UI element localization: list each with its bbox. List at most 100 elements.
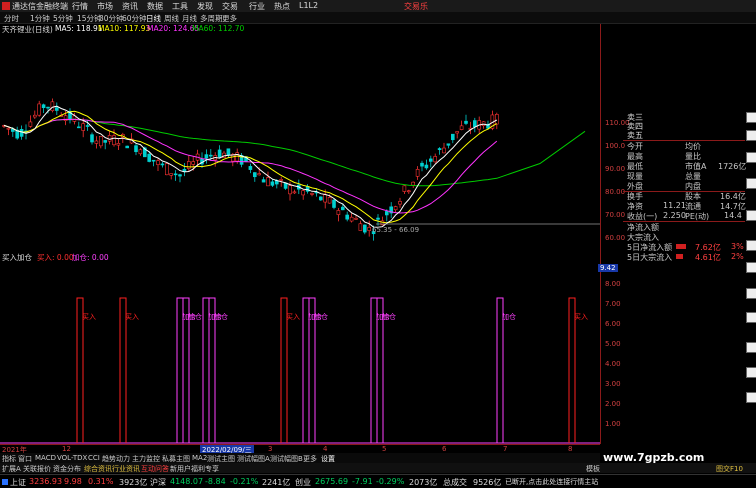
period-15min[interactable]: 15分钟 [77, 13, 102, 24]
period-fenshi[interactable]: 分时 [4, 13, 19, 24]
candle-body [90, 134, 94, 143]
candle-body [459, 125, 464, 130]
candle-body [433, 156, 438, 163]
buy-add-chart[interactable]: 买入 买入 加仓加仓 加仓加仓 买入 加仓加仓 加仓加仓 加仓 买入 [0, 262, 600, 444]
candle-body [301, 190, 306, 196]
period-multi[interactable]: 多周期 [200, 13, 223, 24]
period-week[interactable]: 周线 [164, 13, 179, 24]
period-month[interactable]: 月线 [182, 13, 197, 24]
sub-value-label: 9.42 [598, 264, 618, 272]
candle-body [318, 196, 323, 201]
menu-jiaoyi[interactable]: 交易 [222, 1, 238, 12]
tab-zijin[interactable]: 资金分布 [53, 464, 81, 474]
tab-vol-tdx[interactable]: VOL-TDX [57, 454, 87, 462]
candle-body [226, 148, 231, 156]
tab-macd[interactable]: MACD [35, 454, 56, 462]
candle-body [336, 210, 341, 215]
candle-body [209, 154, 213, 157]
cy-label: 创业 [295, 478, 311, 487]
date-4: 4 [323, 445, 328, 453]
tool-icon-5[interactable] [746, 210, 756, 221]
menu-faxian[interactable]: 发现 [197, 1, 213, 12]
candle-body [376, 217, 380, 220]
tool-icon-4[interactable] [746, 178, 756, 189]
tool-icon-11[interactable] [746, 367, 756, 378]
tool-icon-7[interactable] [746, 262, 756, 273]
candle-body [138, 149, 143, 155]
menu-redian[interactable]: 热点 [274, 1, 290, 12]
low-label: 65.35 - 66.09 [372, 226, 419, 234]
candle-body [261, 179, 266, 183]
tab-guanlian[interactable]: 关联报价 [23, 464, 51, 474]
candle-body [94, 140, 99, 144]
tab-xinyonghu[interactable]: 新用户福利专享 [170, 464, 219, 474]
candle-body [81, 123, 85, 131]
candle-body [165, 163, 169, 176]
candle-body [187, 161, 191, 169]
connection-status[interactable]: 已断开,点击此处连接行情主站 [505, 477, 598, 487]
candle-body [446, 143, 451, 146]
candle-body [384, 211, 389, 216]
menu-shichang[interactable]: 市场 [97, 1, 113, 12]
menu-jiaoyi-right[interactable]: 交易乐 [404, 1, 428, 12]
buy-label: 买入 [286, 313, 300, 321]
sub-y-2: 2.00 [605, 400, 621, 408]
tool-icon-2[interactable] [746, 130, 756, 141]
tool-icon-8[interactable] [746, 288, 756, 299]
candle-body [257, 173, 262, 176]
tool-icon-10[interactable] [746, 342, 756, 353]
status-sh-icon [2, 479, 8, 485]
period-more[interactable]: 更多 [222, 13, 237, 24]
candle-body [169, 173, 173, 176]
flow-jingliuru: 净流入额 [627, 223, 659, 232]
candle-body [415, 169, 420, 177]
kline-chart[interactable]: 65.35 - 66.09 [0, 34, 600, 250]
tab-cci[interactable]: CCI [88, 454, 100, 462]
tool-icon-3[interactable] [746, 152, 756, 163]
tool-icon-9[interactable] [746, 312, 756, 323]
date-8: 8 [568, 445, 573, 453]
cy-amount: 2073亿 [409, 478, 438, 487]
quote-panel: 卖三 卖四 卖五 今开 均价 最高 量比 最低 市值A 1726亿 现量 总量 外盘 内盘 … [623, 112, 746, 262]
signal-spikes: 买入 买入 加仓加仓 加仓加仓 买入 加仓加仓 加仓加仓 加仓 买入 [76, 297, 588, 443]
period-60min[interactable]: 60分钟 [122, 13, 147, 24]
candle-body [37, 103, 42, 116]
menu-zixun[interactable]: 资讯 [122, 1, 138, 12]
candle-body [77, 126, 81, 129]
tool-icon-1[interactable] [746, 112, 756, 123]
add-label: 加仓 [188, 312, 202, 321]
tab-ma2[interactable]: MA2 [192, 454, 207, 462]
menu-hangqing[interactable]: 行情 [72, 1, 88, 12]
tab-hangye[interactable]: 行业资讯 [112, 464, 140, 474]
period-day[interactable]: 日线 [146, 13, 161, 24]
tab-muban[interactable]: 模板 [586, 464, 600, 474]
tab-kuozhan[interactable]: 扩展A [2, 464, 21, 474]
tab-f10[interactable]: 图交F10 [716, 464, 743, 474]
candle-body [437, 148, 442, 151]
menu-l1l2[interactable]: L1L2 [299, 1, 318, 10]
period-5min[interactable]: 5分钟 [53, 13, 73, 24]
candle-body [464, 120, 468, 124]
sub-y-3: 3.00 [605, 380, 621, 388]
period-30min[interactable]: 30分钟 [99, 13, 124, 24]
buy-label: 买入 [574, 313, 588, 321]
candle-body [455, 131, 460, 134]
tab-hudong[interactable]: 互动问答 [141, 464, 169, 474]
tab-zonghe[interactable]: 综合资讯 [84, 464, 112, 474]
menu-gongju[interactable]: 工具 [172, 1, 188, 12]
cy-change: -7.91 [352, 477, 373, 486]
sz-label: 沪深 [150, 478, 166, 487]
row-jingzi: 净资 11.21 流通 14.7亿 [627, 201, 746, 211]
menu-shuju[interactable]: 数据 [147, 1, 163, 12]
candle-body [50, 101, 55, 112]
candle-body [266, 177, 270, 187]
tool-icon-6[interactable] [746, 240, 756, 251]
candle-body [332, 199, 336, 208]
tool-icon-12[interactable] [746, 392, 756, 403]
candle-body [28, 121, 33, 127]
menu-hangye[interactable]: 行业 [249, 1, 265, 12]
app-logo-icon [2, 2, 10, 10]
status-bar: 上证 3236.93 9.98 0.31% 3923亿 沪深 4148.07 -… [0, 474, 756, 488]
period-1min[interactable]: 1分钟 [30, 13, 50, 24]
total-amount: 9526亿 [473, 478, 502, 487]
